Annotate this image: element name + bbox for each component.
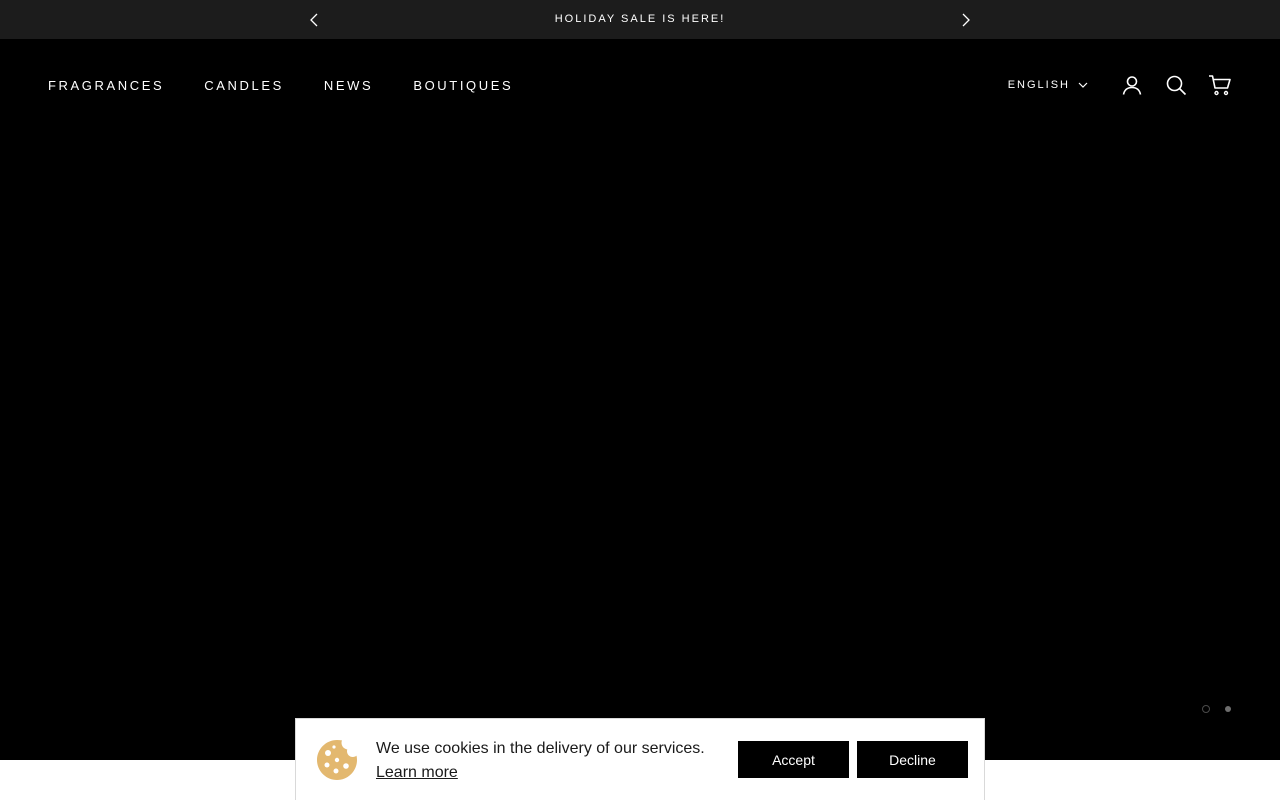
cart-button[interactable] [1208, 73, 1232, 97]
cookie-message: We use cookies in the delivery of our se… [376, 740, 705, 757]
slider-pagination [1202, 705, 1232, 713]
slider-dot-1[interactable] [1202, 705, 1210, 713]
announcement-text: HOLIDAY SALE IS HERE! [554, 13, 726, 25]
slider-dot-2[interactable] [1225, 706, 1231, 712]
nav-item-news[interactable]: NEWS [324, 78, 373, 93]
cookie-banner: We use cookies in the delivery of our se… [295, 718, 985, 800]
decline-button[interactable]: Decline [857, 741, 968, 778]
header-actions: ENGLISH [1008, 39, 1232, 131]
language-label: ENGLISH [1007, 79, 1070, 91]
main-nav: FRAGRANCES CANDLES NEWS BOUTIQUES [48, 39, 513, 131]
cookie-icon [317, 740, 357, 780]
learn-more-link[interactable]: Learn more [376, 761, 458, 785]
cookie-message-block: We use cookies in the delivery of our se… [376, 737, 726, 785]
nav-item-fragrances[interactable]: FRAGRANCES [48, 78, 164, 93]
account-button[interactable] [1120, 73, 1144, 97]
language-selector[interactable]: ENGLISH [1008, 79, 1088, 91]
announcement-bar: HOLIDAY SALE IS HERE! [0, 0, 1280, 39]
accept-button[interactable]: Accept [738, 741, 849, 778]
search-icon [1166, 75, 1187, 96]
site-header: FRAGRANCES CANDLES NEWS BOUTIQUES ENGLIS… [0, 39, 1280, 131]
search-button[interactable] [1164, 73, 1188, 97]
announcement-next-button[interactable] [958, 12, 974, 28]
cart-icon [1209, 75, 1231, 96]
user-icon [1122, 76, 1142, 95]
nav-item-candles[interactable]: CANDLES [204, 78, 284, 93]
nav-item-boutiques[interactable]: BOUTIQUES [413, 78, 513, 93]
hero-slideshow [0, 39, 1280, 760]
chevron-right-icon [962, 13, 970, 27]
chevron-down-icon [1078, 82, 1088, 88]
